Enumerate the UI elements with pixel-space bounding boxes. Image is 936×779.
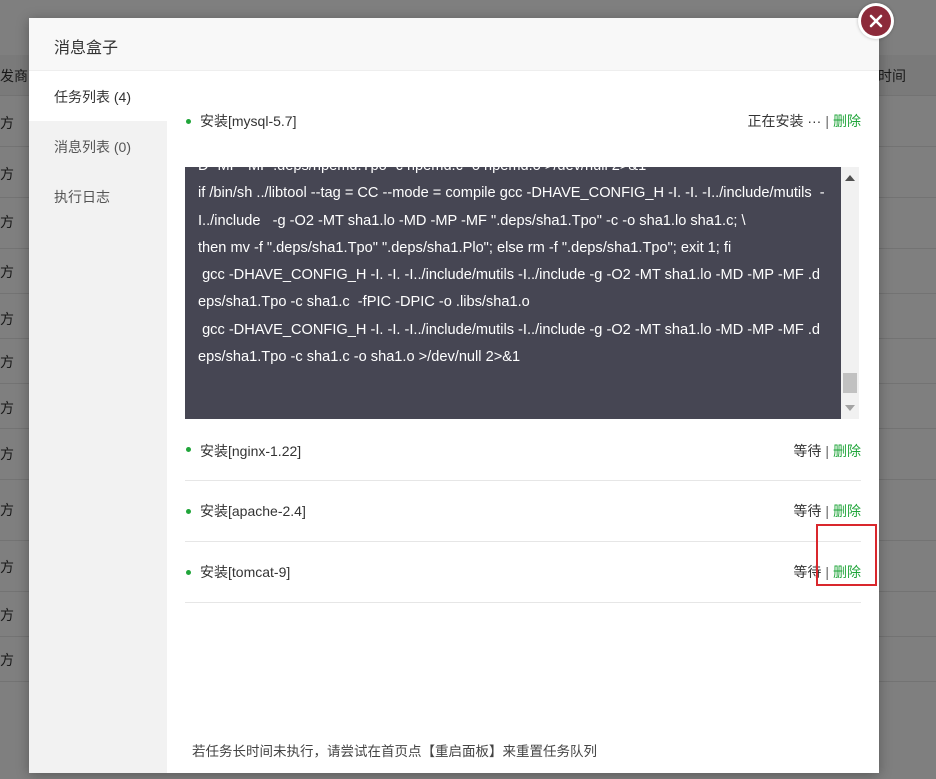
message-box-dialog: 消息盒子 任务列表 (4) 消息列表 (0) 执行日志 安装[mysql-5.7… [29, 18, 879, 773]
highlight-annotation [816, 524, 877, 586]
separator: | [825, 443, 829, 459]
dialog-title-bar: 消息盒子 [29, 18, 879, 71]
tab-execution-log[interactable]: 执行日志 [29, 171, 167, 221]
task-status: 正在安装 ··· [747, 113, 822, 129]
close-icon [861, 6, 891, 36]
install-log-text: D -MP -MF .deps/ripemd.Tpo -c ripemd.c -… [198, 167, 825, 366]
sidebar: 任务列表 (4) 消息列表 (0) 执行日志 [29, 71, 167, 773]
delete-button[interactable]: 删除 [833, 113, 861, 129]
scroll-down-arrow-icon[interactable] [845, 405, 855, 411]
dialog-title: 消息盒子 [54, 40, 119, 57]
task-item: 安装[nginx-1.22] 等待 | 删除 [185, 419, 861, 481]
tab-task-list-label: 任务列表 (4) [54, 89, 131, 105]
task-actions: 等待 | 删除 [793, 501, 861, 521]
task-actions: 正在安装 ··· | 删除 [747, 111, 861, 131]
task-list-panel: 安装[mysql-5.7] 正在安装 ···|删除 D -MP -MF .dep… [167, 71, 879, 773]
scroll-up-arrow-icon[interactable] [845, 175, 855, 181]
footnote-hint: 若任务长时间未执行，请尝试在首页点【重启面板】来重置任务队列 [192, 744, 597, 759]
scrollbar-thumb[interactable] [843, 373, 857, 393]
tab-message-list-label: 消息列表 (0) [54, 139, 131, 155]
separator: | [825, 503, 829, 519]
task-item: 安装[mysql-5.7] 正在安装 ··· | 删除 [185, 109, 861, 167]
status-dot-icon [186, 447, 191, 452]
task-status: 等待 [793, 443, 822, 459]
task-status: 等待 [793, 503, 822, 519]
tab-task-list[interactable]: 任务列表 (4) [29, 71, 167, 121]
status-dot-icon [186, 570, 191, 575]
status-dot-icon [186, 119, 191, 124]
separator: | [825, 113, 829, 129]
delete-button[interactable]: 删除 [833, 503, 861, 519]
delete-button[interactable]: 删除 [833, 443, 861, 459]
task-name: 安装[mysql-5.7] [200, 113, 297, 129]
close-button[interactable] [858, 3, 894, 39]
tab-message-list[interactable]: 消息列表 (0) [29, 121, 167, 171]
task-actions: 等待 | 删除 [793, 441, 861, 461]
task-item: 安装[tomcat-9] 等待 | 删除 [185, 542, 861, 603]
task-name: 安装[tomcat-9] [200, 564, 291, 580]
status-dot-icon [186, 509, 191, 514]
task-item: 安装[apache-2.4] 等待 | 删除 [185, 481, 861, 542]
task-name: 安装[nginx-1.22] [200, 443, 302, 459]
task-name: 安装[apache-2.4] [200, 503, 306, 519]
console-scrollbar[interactable] [841, 167, 859, 419]
tab-execution-log-label: 执行日志 [54, 189, 110, 205]
install-log-console[interactable]: D -MP -MF .deps/ripemd.Tpo -c ripemd.c -… [185, 167, 859, 419]
